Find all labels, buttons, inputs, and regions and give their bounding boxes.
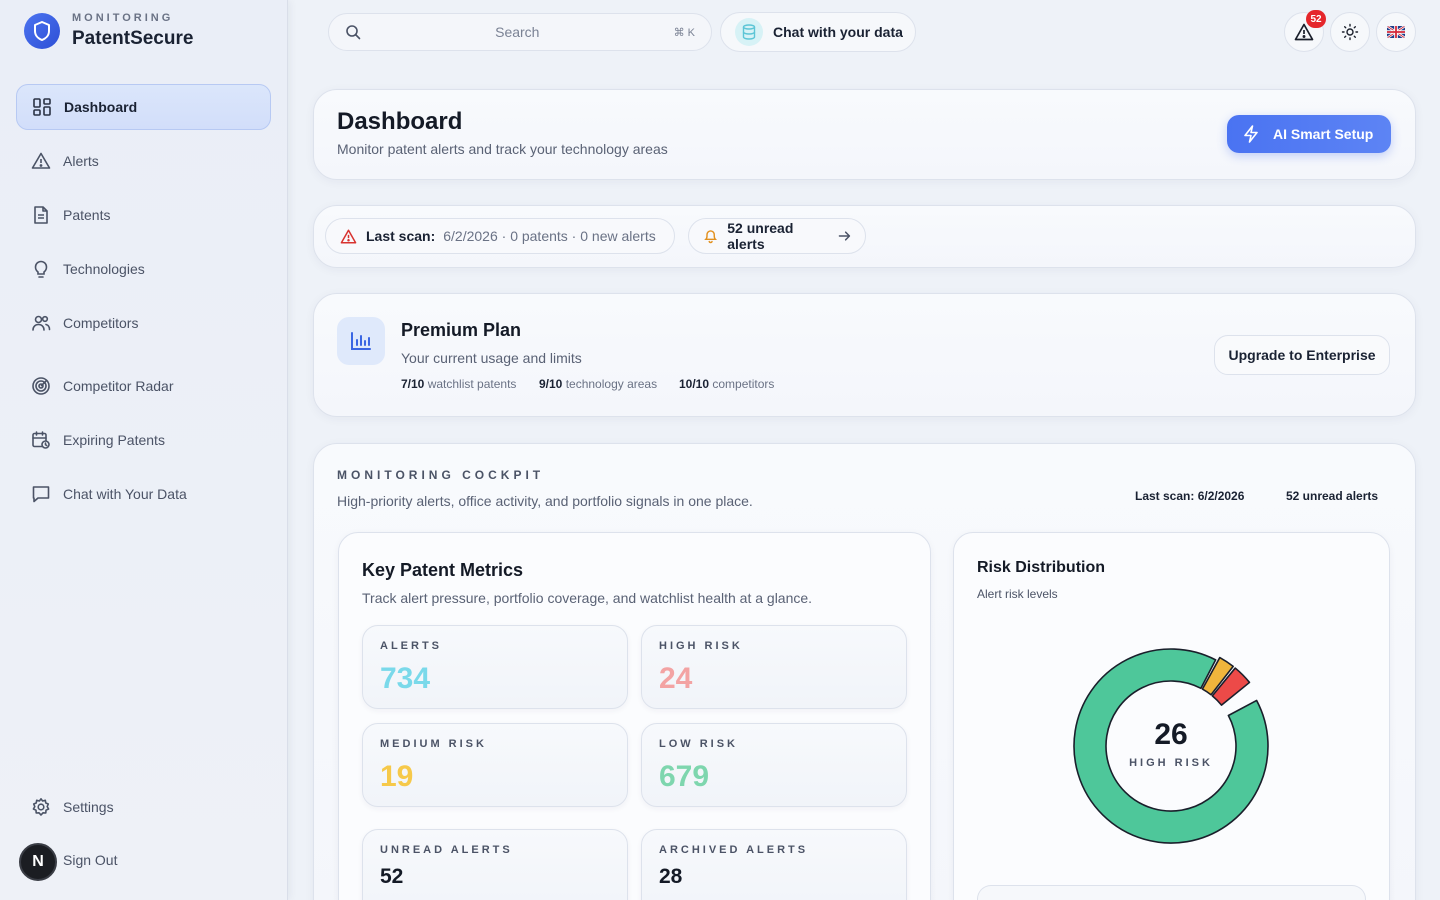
key-metrics-subtitle: Track alert pressure, portfolio coverage…	[362, 590, 812, 606]
radar-icon	[31, 376, 51, 396]
shield-icon	[24, 13, 60, 49]
metric-low-risk[interactable]: LOW RISK 679	[641, 723, 907, 807]
users-icon	[31, 313, 51, 333]
sidebar-item-label: Settings	[63, 799, 114, 815]
language-button[interactable]	[1376, 12, 1416, 52]
sidebar-item-chat-with-your-data[interactable]: Chat with Your Data	[16, 471, 271, 517]
cockpit-subtitle: High-priority alerts, office activity, a…	[337, 493, 753, 509]
key-metrics-title: Key Patent Metrics	[362, 560, 523, 581]
cockpit-kicker: MONITORING COCKPIT	[337, 468, 544, 482]
sidebar-item-competitors[interactable]: Competitors	[16, 300, 271, 346]
last-scan-label: Last scan:	[366, 228, 435, 244]
usage-technologies: 9/10 technology areas	[539, 377, 657, 391]
sidebar: MONITORING PatentSecure Dashboard Alerts…	[0, 0, 288, 900]
document-icon	[31, 205, 51, 225]
cockpit-last-scan: Last scan: 6/2/2026	[1135, 489, 1244, 503]
risk-distribution-subtitle: Alert risk levels	[977, 587, 1058, 601]
sidebar-item-label: Competitor Radar	[63, 378, 174, 394]
sidebar-item-competitor-radar[interactable]: Competitor Radar	[16, 363, 271, 409]
uk-flag-icon	[1387, 26, 1405, 38]
plan-title: Premium Plan	[401, 320, 521, 341]
unread-alerts-pill[interactable]: 52 unread alerts	[688, 218, 866, 254]
page-title: Dashboard	[337, 108, 462, 136]
sidebar-item-dashboard[interactable]: Dashboard	[16, 84, 271, 130]
donut-center-label: HIGH RISK	[1111, 757, 1231, 769]
sidebar-item-expiring-patents[interactable]: Expiring Patents	[16, 417, 271, 463]
sidebar-item-label: Expiring Patents	[63, 432, 165, 448]
metric-unread-alerts[interactable]: UNREAD ALERTS 52	[362, 829, 628, 900]
alerts-button[interactable]: 52	[1284, 12, 1324, 52]
sidebar-item-alerts[interactable]: Alerts	[16, 138, 271, 184]
usage-watchlist: 7/10 watchlist patents	[401, 377, 516, 391]
calendar-clock-icon	[31, 430, 51, 450]
lightning-icon	[1243, 125, 1259, 143]
ai-smart-setup-button[interactable]: AI Smart Setup	[1227, 115, 1391, 153]
search-input[interactable]: Search ⌘ K	[328, 13, 712, 51]
alert-triangle-icon	[31, 151, 51, 171]
metric-medium-risk[interactable]: MEDIUM RISK 19	[362, 723, 628, 807]
lightbulb-icon	[31, 259, 51, 279]
metric-archived-alerts[interactable]: ARCHIVED ALERTS 28	[641, 829, 907, 900]
metric-high-risk[interactable]: HIGH RISK 24	[641, 625, 907, 709]
sidebar-item-settings[interactable]: Settings	[16, 784, 271, 830]
last-scan-details: 6/2/2026 · 0 patents · 0 new alerts	[443, 228, 655, 244]
last-scan-pill[interactable]: Last scan: 6/2/2026 · 0 patents · 0 new …	[325, 218, 675, 254]
sidebar-item-patents[interactable]: Patents	[16, 192, 271, 238]
sidebar-item-label: Chat with Your Data	[63, 486, 187, 502]
brand-kicker: MONITORING	[72, 12, 193, 24]
database-icon	[735, 18, 763, 46]
chat-with-data-label: Chat with your data	[773, 24, 903, 40]
sidebar-item-technologies[interactable]: Technologies	[16, 246, 271, 292]
page-subtitle: Monitor patent alerts and track your tec…	[337, 141, 668, 157]
metric-alerts[interactable]: ALERTS 734	[362, 625, 628, 709]
search-shortcut: ⌘ K	[674, 26, 695, 39]
sidebar-item-label: Technologies	[63, 261, 145, 277]
arrow-right-icon	[838, 230, 851, 242]
search-icon	[345, 24, 361, 40]
brand-name: PatentSecure	[72, 28, 193, 50]
donut-center-value: 26	[1111, 718, 1231, 752]
chat-with-data-button[interactable]: Chat with your data	[720, 12, 916, 52]
bell-icon	[703, 228, 718, 244]
avatar[interactable]: N	[19, 843, 57, 881]
theme-toggle-button[interactable]	[1330, 12, 1370, 52]
sun-icon	[1341, 23, 1359, 41]
unread-alerts-label: 52 unread alerts	[727, 220, 829, 252]
cockpit-unread: 52 unread alerts	[1286, 489, 1378, 503]
alert-triangle-icon	[340, 229, 357, 244]
chat-icon	[31, 484, 51, 504]
plan-subtitle: Your current usage and limits	[401, 350, 582, 366]
sign-out-button[interactable]: Sign Out	[63, 852, 117, 868]
bar-chart-icon	[337, 317, 385, 365]
brand[interactable]: MONITORING PatentSecure	[24, 12, 193, 50]
dashboard-icon	[32, 97, 52, 117]
alert-count-badge: 52	[1306, 10, 1326, 28]
gear-icon	[31, 797, 51, 817]
sidebar-item-label: Alerts	[63, 153, 99, 169]
sidebar-item-label: Dashboard	[64, 99, 137, 115]
sidebar-item-label: Patents	[63, 207, 110, 223]
risk-distribution-title: Risk Distribution	[977, 559, 1105, 577]
search-placeholder: Search	[361, 24, 674, 40]
upgrade-button[interactable]: Upgrade to Enterprise	[1214, 335, 1390, 375]
sidebar-item-label: Competitors	[63, 315, 138, 331]
ai-smart-setup-label: AI Smart Setup	[1273, 126, 1373, 142]
usage-competitors: 10/10 competitors	[679, 377, 774, 391]
risk-legend-panel	[977, 885, 1366, 900]
